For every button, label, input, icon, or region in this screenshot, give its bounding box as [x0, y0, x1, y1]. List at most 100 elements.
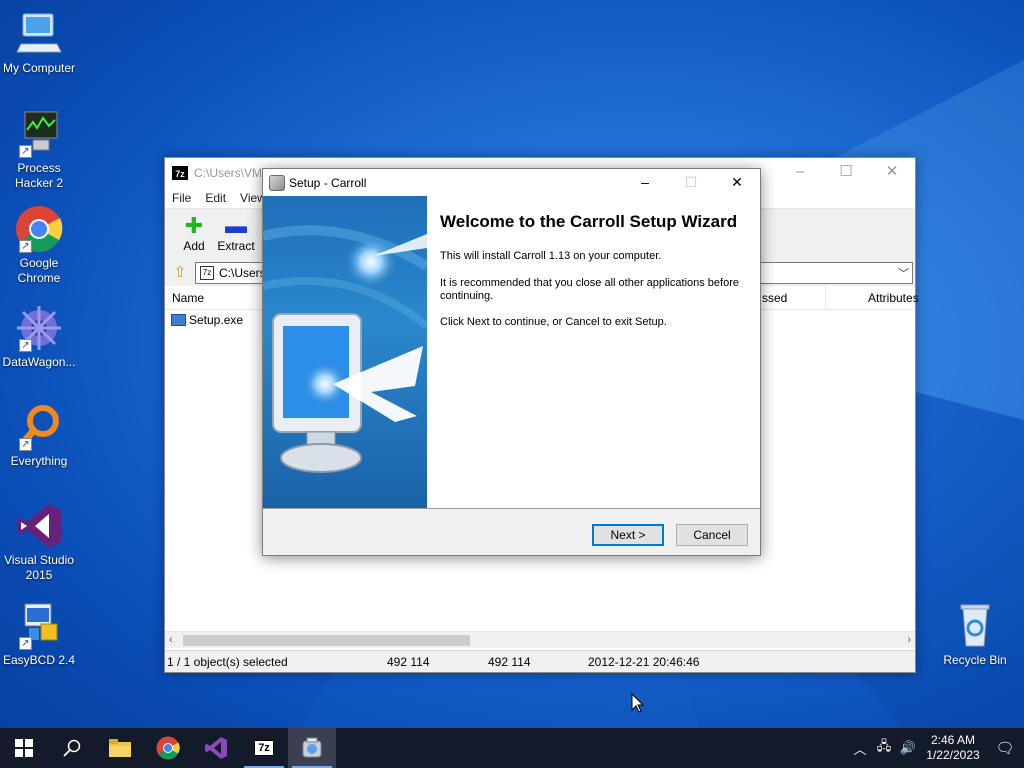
sevenzip-icon: 7z	[172, 166, 188, 180]
taskbar-visual-studio[interactable]	[192, 728, 240, 768]
next-button[interactable]: Next >	[592, 524, 664, 546]
status-selection: 1 / 1 object(s) selected	[167, 655, 288, 669]
extract-button-label: Extract	[215, 239, 257, 253]
taskbar-chrome[interactable]	[144, 728, 192, 768]
desktop-icon-label: My Computer	[0, 61, 78, 76]
desktop-icon-label: Process Hacker 2	[0, 161, 78, 191]
desktop-icon-process-hacker[interactable]: ↗ Process Hacker 2	[0, 110, 78, 191]
extract-icon: ▬	[215, 213, 257, 239]
desktop-icon-label: Visual Studio 2015	[0, 553, 78, 583]
desktop: My Computer ↗ Process Hacker 2 ↗ Google …	[0, 0, 1024, 728]
start-button[interactable]	[0, 728, 48, 768]
status-packed: 492 114	[488, 655, 531, 669]
column-packed-size[interactable]: ssed	[762, 291, 787, 305]
status-bar: 1 / 1 object(s) selected 492 114 492 114…	[165, 650, 915, 672]
network-icon[interactable]: 🖧	[872, 737, 896, 759]
column-attributes[interactable]: Attributes	[868, 291, 919, 305]
easybcd-icon: ↗	[15, 602, 63, 650]
scrollbar-thumb[interactable]	[183, 635, 470, 646]
shortcut-arrow-icon: ↗	[19, 438, 32, 451]
setup-divider	[263, 508, 760, 509]
status-modified: 2012-12-21 20:46:46	[588, 655, 699, 669]
desktop-icon-label: EasyBCD 2.4	[0, 653, 78, 668]
clock-date: 1/22/2023	[920, 748, 986, 763]
datawagon-icon: ↗	[15, 304, 63, 352]
setup-dialog: Setup - Carroll – ☐ ✕	[262, 168, 761, 556]
start-icon	[15, 739, 33, 757]
desktop-icon-everything[interactable]: ↗ Everything	[0, 403, 78, 469]
everything-icon: ↗	[15, 403, 63, 451]
desktop-icon-visual-studio[interactable]: Visual Studio 2015	[0, 502, 78, 583]
status-size: 492 114	[387, 655, 430, 669]
sevenzip-icon: 7z	[254, 740, 274, 756]
scroll-left-icon[interactable]: ‹	[169, 632, 173, 649]
setup-title: Setup - Carroll	[289, 176, 366, 190]
shortcut-arrow-icon: ↗	[19, 145, 32, 158]
visual-studio-icon	[15, 502, 63, 550]
recycle-bin-icon	[951, 602, 999, 650]
setup-window-controls: – ☐ ✕	[622, 169, 760, 196]
desktop-icon-label: Recycle Bin	[936, 653, 1014, 668]
scroll-right-icon[interactable]: ›	[907, 632, 911, 649]
taskbar-setup[interactable]	[288, 728, 336, 768]
chrome-icon	[156, 736, 180, 760]
volume-icon[interactable]: 🔊	[896, 740, 920, 756]
column-divider[interactable]	[825, 286, 826, 310]
column-name[interactable]: Name	[172, 291, 204, 305]
extract-button[interactable]: ▬ Extract	[215, 213, 257, 253]
file-name: Setup.exe	[189, 313, 243, 327]
setup-heading: Welcome to the Carroll Setup Wizard	[440, 213, 750, 231]
computer-icon	[15, 10, 63, 58]
desktop-icon-label: DataWagon...	[0, 355, 78, 370]
desktop-icon-recycle-bin[interactable]: Recycle Bin	[936, 602, 1014, 668]
setup-paragraph-recommend: It is recommended that you close all oth…	[440, 277, 750, 303]
taskbar: 7z ︿ 🖧 🔊 2:46 AM 1/22/2023 🗨	[0, 728, 1024, 768]
menu-edit[interactable]: Edit	[205, 191, 226, 205]
cancel-button[interactable]: Cancel	[676, 524, 748, 546]
process-hacker-icon: ↗	[15, 110, 63, 158]
desktop-icon-chrome[interactable]: ↗ Google Chrome	[0, 205, 78, 286]
notification-icon[interactable]: 🗨	[986, 739, 1024, 757]
shortcut-arrow-icon: ↗	[19, 339, 32, 352]
desktop-icon-label: Everything	[0, 454, 78, 469]
add-button[interactable]: ✚ Add	[173, 213, 215, 253]
desktop-icon-label: Google Chrome	[0, 256, 78, 286]
clock-time: 2:46 AM	[920, 733, 986, 748]
setup-paragraph-install: This will install Carroll 1.13 on your c…	[440, 250, 750, 263]
taskbar-file-explorer[interactable]	[96, 728, 144, 768]
taskbar-7zip[interactable]: 7z	[240, 728, 288, 768]
desktop-icon-datawagon[interactable]: ↗ DataWagon...	[0, 304, 78, 370]
sevenzip-window-controls: – ☐ ✕	[777, 158, 915, 188]
chevron-down-icon[interactable]: ﹀	[898, 265, 909, 281]
wizard-image	[263, 196, 427, 508]
monitor-illustration	[263, 196, 427, 508]
exe-file-icon	[171, 314, 186, 326]
chrome-icon: ↗	[15, 205, 63, 253]
chevron-up-icon[interactable]: ︿	[848, 739, 872, 758]
close-icon[interactable]: ✕	[869, 158, 915, 188]
search-button[interactable]	[48, 728, 96, 768]
setup-icon	[301, 737, 323, 759]
maximize-icon[interactable]: ☐	[823, 158, 869, 188]
mouse-cursor-icon	[631, 693, 645, 713]
folder-up-icon[interactable]: ⇧	[169, 263, 191, 283]
add-icon: ✚	[173, 213, 215, 239]
system-tray: ︿ 🖧 🔊 2:46 AM 1/22/2023 🗨	[848, 728, 1024, 768]
menu-file[interactable]: File	[172, 191, 191, 205]
desktop-icon-easybcd[interactable]: ↗ EasyBCD 2.4	[0, 602, 78, 668]
minimize-icon[interactable]: –	[622, 169, 668, 196]
add-button-label: Add	[173, 239, 215, 253]
search-icon	[63, 739, 81, 757]
file-explorer-icon	[109, 739, 131, 757]
maximize-icon: ☐	[668, 169, 714, 196]
close-icon[interactable]: ✕	[714, 169, 760, 196]
setup-text-area: Welcome to the Carroll Setup Wizard This…	[440, 196, 750, 329]
clock[interactable]: 2:46 AM 1/22/2023	[920, 733, 986, 763]
address-text: C:\Users	[219, 266, 266, 280]
horizontal-scrollbar[interactable]: ‹ ›	[165, 631, 915, 648]
setup-icon	[269, 175, 285, 191]
archive-icon: 7z	[200, 266, 214, 280]
desktop-icon-my-computer[interactable]: My Computer	[0, 10, 78, 76]
shortcut-arrow-icon: ↗	[19, 240, 32, 253]
minimize-icon[interactable]: –	[777, 158, 823, 188]
